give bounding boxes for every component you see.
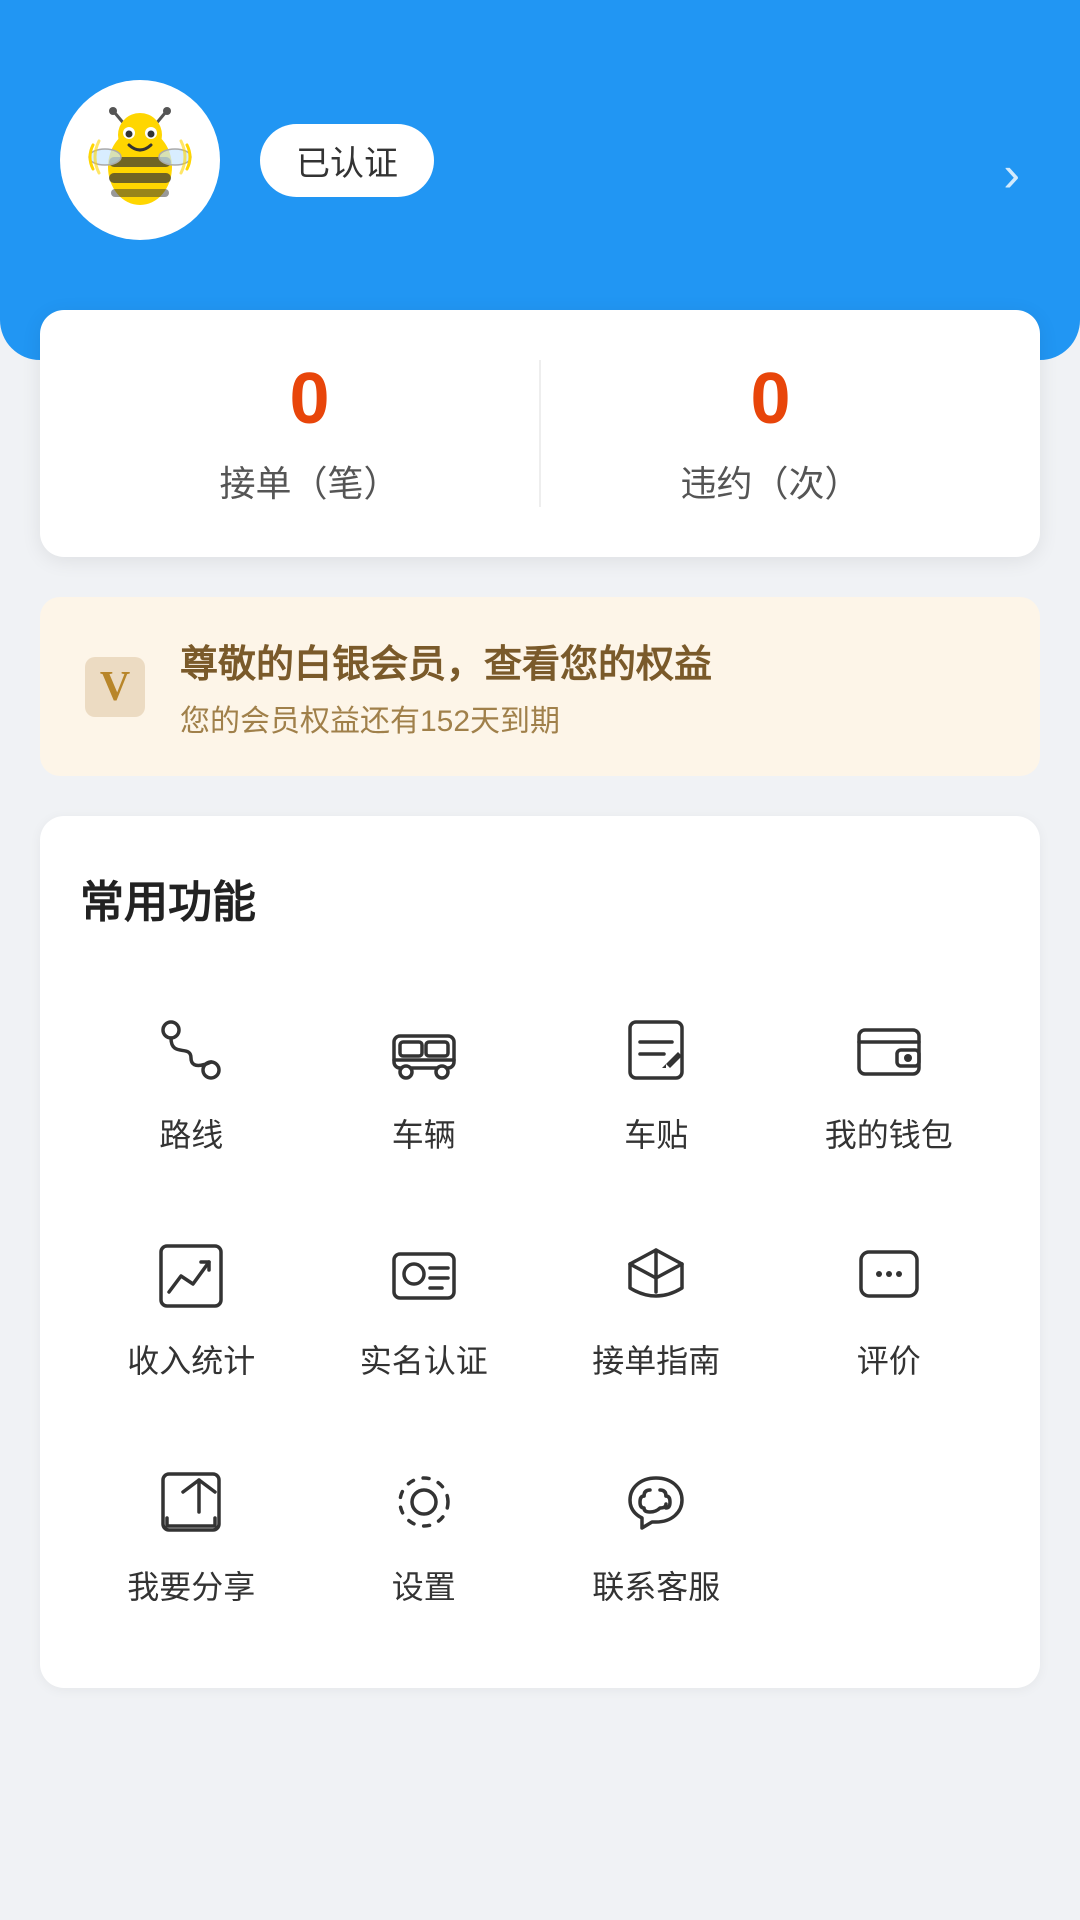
function-carsticker[interactable]: 车贴: [545, 980, 768, 1186]
income-icon: [151, 1236, 231, 1316]
function-vehicle[interactable]: 车辆: [313, 980, 536, 1186]
income-label: 收入统计: [127, 1336, 255, 1382]
route-icon: [151, 1010, 231, 1090]
functions-grid: 路线 车辆: [80, 980, 1000, 1638]
functions-title: 常用功能: [80, 866, 1000, 930]
member-subtitle: 您的会员权益还有152天到期: [180, 696, 712, 740]
share-label: 我要分享: [127, 1562, 255, 1608]
support-icon: [616, 1462, 696, 1542]
review-icon: [849, 1236, 929, 1316]
settings-label: 设置: [392, 1562, 456, 1608]
wallet-icon: [849, 1010, 929, 1090]
function-guide[interactable]: 接单指南: [545, 1206, 768, 1412]
route-label: 路线: [159, 1110, 223, 1156]
function-route[interactable]: 路线: [80, 980, 303, 1186]
orders-stat: 0 接单（笔）: [100, 360, 519, 507]
identity-label: 实名认证: [360, 1336, 488, 1382]
violations-stat: 0 违约（次）: [561, 360, 980, 507]
profile-arrow[interactable]: ›: [1003, 145, 1020, 203]
stats-divider: [539, 360, 541, 507]
member-banner[interactable]: V 尊敬的白银会员，查看您的权益 您的会员权益还有152天到期: [40, 597, 1040, 776]
function-review[interactable]: 评价: [778, 1206, 1001, 1412]
settings-icon: [384, 1462, 464, 1542]
identity-icon: [384, 1236, 464, 1316]
carsticker-icon: [616, 1010, 696, 1090]
certified-badge[interactable]: 已认证: [260, 124, 434, 197]
function-identity[interactable]: 实名认证: [313, 1206, 536, 1412]
wallet-label: 我的钱包: [825, 1110, 953, 1156]
member-v-icon: V: [80, 652, 150, 722]
violations-count: 0: [561, 360, 980, 439]
function-income[interactable]: 收入统计: [80, 1206, 303, 1412]
carsticker-label: 车贴: [624, 1110, 688, 1156]
stats-card: 0 接单（笔） 0 违约（次）: [40, 310, 1040, 557]
vehicle-icon: [384, 1010, 464, 1090]
orders-label: 接单（笔）: [100, 455, 519, 507]
function-wallet[interactable]: 我的钱包: [778, 980, 1001, 1186]
header: 已认证 ›: [0, 0, 1080, 360]
orders-count: 0: [100, 360, 519, 439]
guide-label: 接单指南: [592, 1336, 720, 1382]
avatar[interactable]: [60, 80, 220, 240]
function-settings[interactable]: 设置: [313, 1432, 536, 1638]
share-icon: [151, 1462, 231, 1542]
vehicle-label: 车辆: [392, 1110, 456, 1156]
guide-icon: [616, 1236, 696, 1316]
function-share[interactable]: 我要分享: [80, 1432, 303, 1638]
support-label: 联系客服: [592, 1562, 720, 1608]
functions-card: 常用功能 路线: [40, 816, 1040, 1688]
svg-text:V: V: [100, 664, 130, 710]
member-text: 尊敬的白银会员，查看您的权益 您的会员权益还有152天到期: [180, 633, 712, 740]
member-title: 尊敬的白银会员，查看您的权益: [180, 633, 712, 688]
function-support[interactable]: 联系客服: [545, 1432, 768, 1638]
review-label: 评价: [857, 1336, 921, 1382]
violations-label: 违约（次）: [561, 455, 980, 507]
